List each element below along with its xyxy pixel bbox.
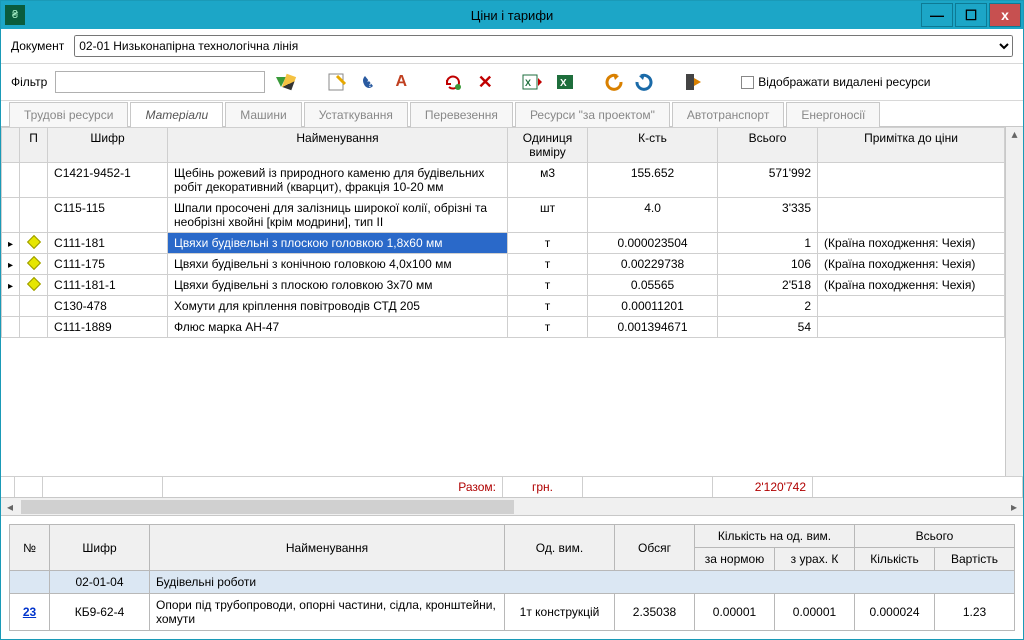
col-marker[interactable]: П [20,128,48,163]
table-row[interactable]: С111-1889Флюс марка АН-47т0.00139467154 [2,317,1005,338]
tab-machines[interactable]: Машини [225,102,301,127]
col-total[interactable]: Всього [718,128,818,163]
tab-equipment[interactable]: Устаткування [304,102,408,127]
detail-grid[interactable]: № Шифр Найменування Од. вим. Обсяг Кільк… [9,524,1015,631]
edit-icon[interactable] [325,70,349,94]
table-row[interactable]: С130-478Хомути для кріплення повітроводі… [2,296,1005,317]
document-label: Документ [11,39,64,53]
detail-row[interactable]: 23 КБ9-62-4 Опори під трубопроводи, опор… [10,594,1015,631]
export-xls1-icon[interactable]: X [521,70,545,94]
tab-project-res[interactable]: Ресурси "за проектом" [515,102,670,127]
tabbar: Трудові ресурси Матеріали Машини Устатку… [1,101,1023,127]
col-note[interactable]: Примітка до ціни [818,128,1005,163]
col-name[interactable]: Найменування [168,128,508,163]
table-row[interactable]: С115-115Шпали просочені для залізниць ши… [2,198,1005,233]
col-unit[interactable]: Одиниця виміру [508,128,588,163]
minimize-button[interactable]: — [921,3,953,27]
filter-apply-icon[interactable] [273,70,297,94]
svg-text:?: ? [367,78,373,90]
section-row[interactable]: 02-01-04 Будівельні роботи [10,571,1015,594]
svg-text:X: X [525,78,531,88]
table-row[interactable]: ▸С111-181Цвяхи будівельні з плоскою голо… [2,233,1005,254]
close-button[interactable]: x [989,3,1021,27]
tab-labor[interactable]: Трудові ресурси [9,102,128,127]
svg-text:X: X [560,78,567,89]
table-row[interactable]: ▸С111-175Цвяхи будівельні з конічною гол… [2,254,1005,275]
tab-materials[interactable]: Матеріали [130,102,223,127]
undo-icon[interactable] [601,70,625,94]
window-title: Ціни і тарифи [471,8,554,23]
detail-num-link[interactable]: 23 [23,605,36,619]
vertical-scrollbar[interactable]: ▴ [1005,127,1023,476]
show-deleted-checkbox[interactable]: Відображати видалені ресурси [741,75,930,89]
text-icon[interactable]: A [389,70,413,94]
app-icon: ₴ [5,5,25,25]
summary-row: Разом: грн. 2'120'742 [1,476,1023,497]
col-shifr[interactable]: Шифр [48,128,168,163]
table-row[interactable]: С1421-9452-1Щебінь рожевий із природного… [2,163,1005,198]
refresh-icon[interactable] [441,70,465,94]
tab-energy[interactable]: Енергоносії [786,102,880,127]
redo-icon[interactable] [633,70,657,94]
horizontal-scrollbar[interactable]: ◂ ▸ [1,497,1023,515]
maximize-button[interactable]: ☐ [955,3,987,27]
export-xls2-icon[interactable]: X [553,70,577,94]
col-indicator [2,128,20,163]
tab-transport[interactable]: Перевезення [410,102,513,127]
filter-input[interactable] [55,71,265,93]
table-row[interactable]: ▸С111-181-1Цвяхи будівельні з плоскою го… [2,275,1005,296]
col-qty[interactable]: К-сть [588,128,718,163]
delete-icon[interactable]: ✕ [473,70,497,94]
materials-grid[interactable]: П Шифр Найменування Одиниця виміру К-сть… [1,127,1005,476]
exit-icon[interactable] [681,70,705,94]
titlebar: ₴ Ціни і тарифи — ☐ x [1,1,1023,29]
help-price-icon[interactable]: ? [357,70,381,94]
filter-label: Фільтр [11,75,47,89]
document-select[interactable]: 02-01 Низьконапірна технологічна лінія [74,35,1013,57]
tab-auto[interactable]: Автотранспорт [672,102,784,127]
